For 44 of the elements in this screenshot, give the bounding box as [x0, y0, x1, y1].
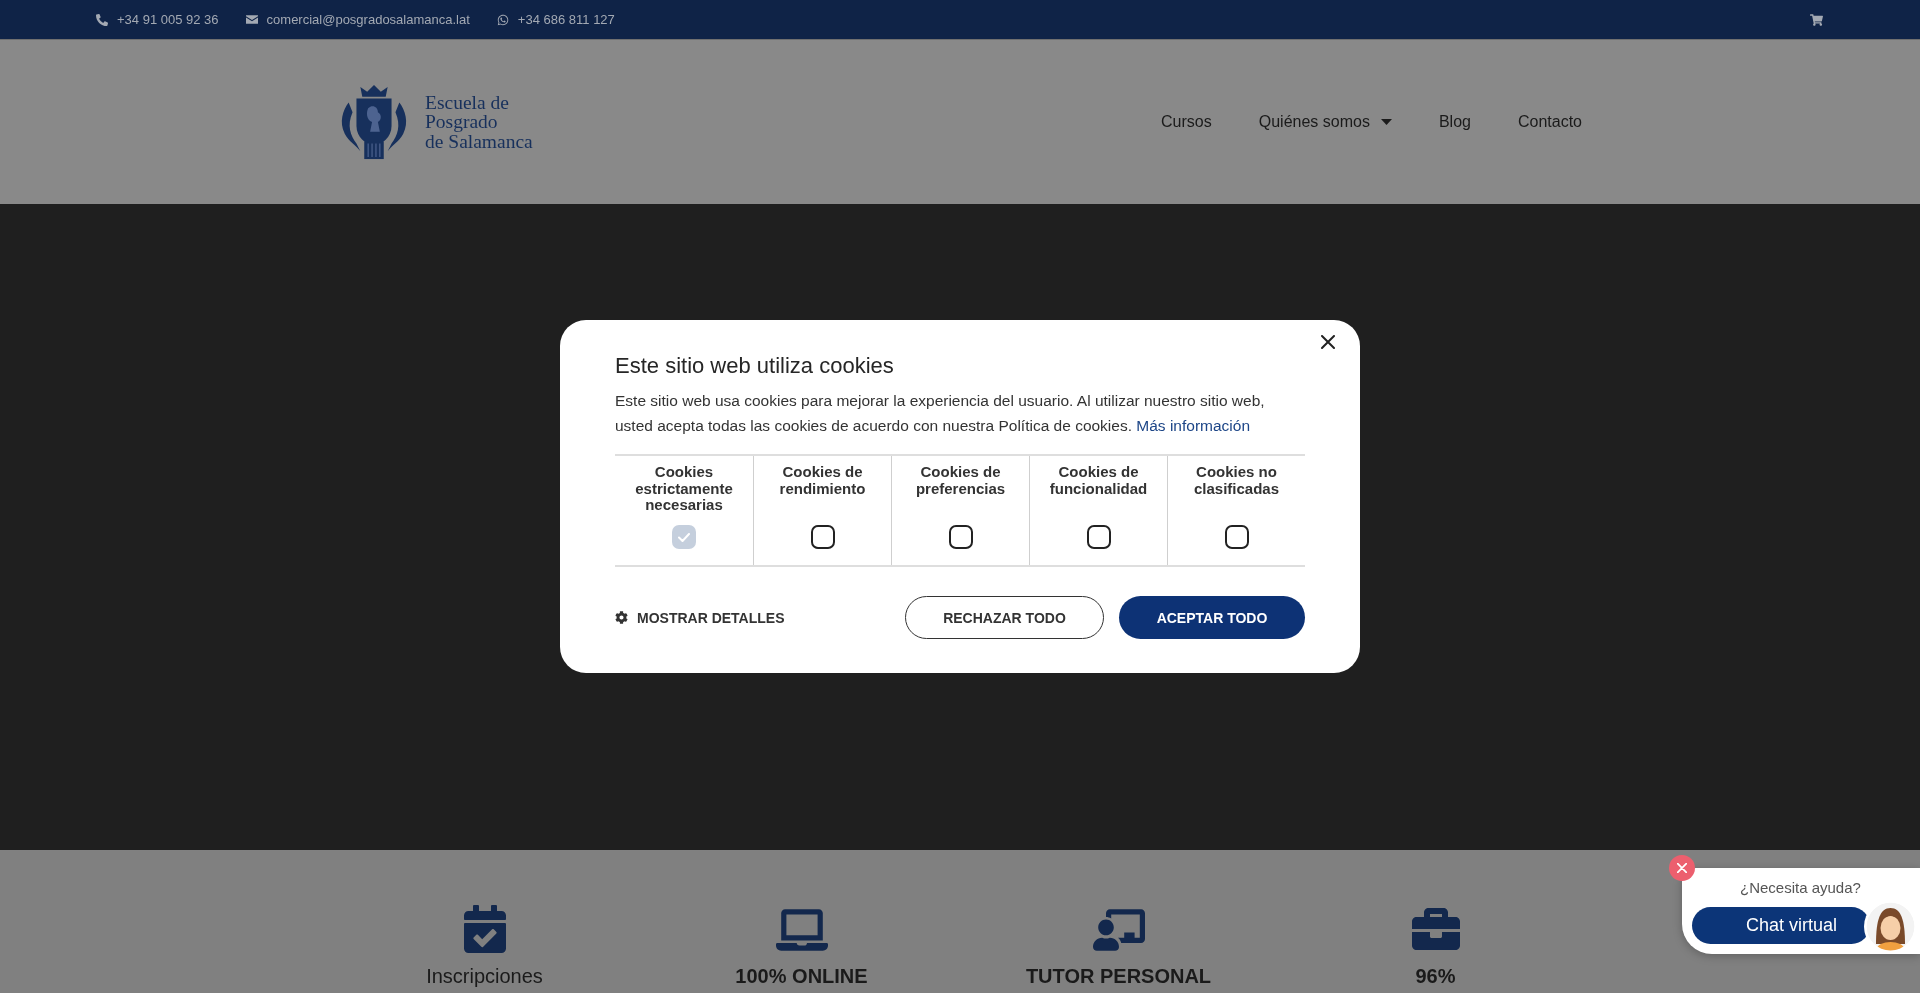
cookie-category-label: Cookies no clasificadas — [1192, 464, 1281, 497]
settings-icon — [615, 611, 628, 624]
accept-all-button[interactable]: ACEPTAR TODO — [1119, 596, 1305, 639]
whatsapp-icon — [496, 13, 509, 26]
briefcase-icon — [1409, 905, 1462, 953]
contact-text: comercial@posgradosalamanca.lat — [266, 12, 470, 27]
cookie-checkbox[interactable] — [810, 525, 835, 549]
cookie-checkbox[interactable] — [948, 525, 973, 549]
feature-title: Inscripciones — [426, 964, 543, 988]
contact-text: +34 91 005 92 36 — [117, 12, 219, 27]
nav-link[interactable]: Quiénes somos — [1258, 113, 1392, 131]
check-icon — [678, 532, 690, 542]
logo-link[interactable]: Escuela de Posgrado de Salamanca — [335, 83, 533, 161]
nav-link[interactable]: Cursos — [1161, 113, 1212, 131]
cookie-notice-text: Este sitio web usa cookies para mejorar la experiencia del usuario. Al utilizar nuestro sitio web, usted acepta todas las cookies de acuerdo con nuestra Política de cookies. Más información — [615, 391, 1266, 436]
cart-button[interactable] — [1810, 13, 1823, 26]
contact-text: +34 686 811 127 — [517, 12, 615, 27]
feature-title: TUTOR PERSONAL — [1025, 964, 1212, 988]
dialog-title: Este sitio web utiliza cookies — [615, 352, 895, 380]
logo-text: Escuela de Posgrado de Salamanca — [425, 92, 533, 152]
nav-link[interactable]: Blog — [1438, 113, 1471, 131]
cart-icon — [1810, 13, 1823, 26]
calendar-check-icon — [463, 905, 506, 953]
cookie-category-label: Cookies de funcionalidad — [1048, 464, 1149, 497]
feature-title: 100% ONLINE — [735, 964, 868, 988]
show-details-button[interactable]: MOSTRAR DETALLES — [615, 609, 785, 626]
chat-prompt: ¿Necesita ayuda? — [1740, 879, 1861, 897]
caret-icon — [1380, 119, 1392, 125]
cookie-category-label: Cookies de rendimiento — [778, 464, 867, 497]
nav-link[interactable]: Contacto — [1517, 113, 1582, 131]
laptop-icon — [775, 909, 828, 951]
cookie-category-label: Cookies de preferencias — [914, 464, 1007, 497]
envelope-icon — [245, 15, 258, 24]
close-icon — [1321, 335, 1335, 349]
phone-icon — [96, 13, 108, 26]
cookie-category-label: Cookies estrictamente necesarias — [634, 464, 734, 514]
close-icon — [1677, 863, 1687, 873]
feature-title: 96% — [1415, 964, 1456, 988]
reject-all-button[interactable]: RECHAZAR TODO — [905, 596, 1104, 639]
close-dialog-button[interactable] — [1321, 335, 1335, 349]
cookie-checkbox[interactable] — [1224, 525, 1249, 549]
teacher-board-icon — [1092, 909, 1145, 951]
cookie-checkbox[interactable] — [1086, 525, 1111, 549]
more-info-link[interactable]: Más información — [1136, 417, 1251, 434]
